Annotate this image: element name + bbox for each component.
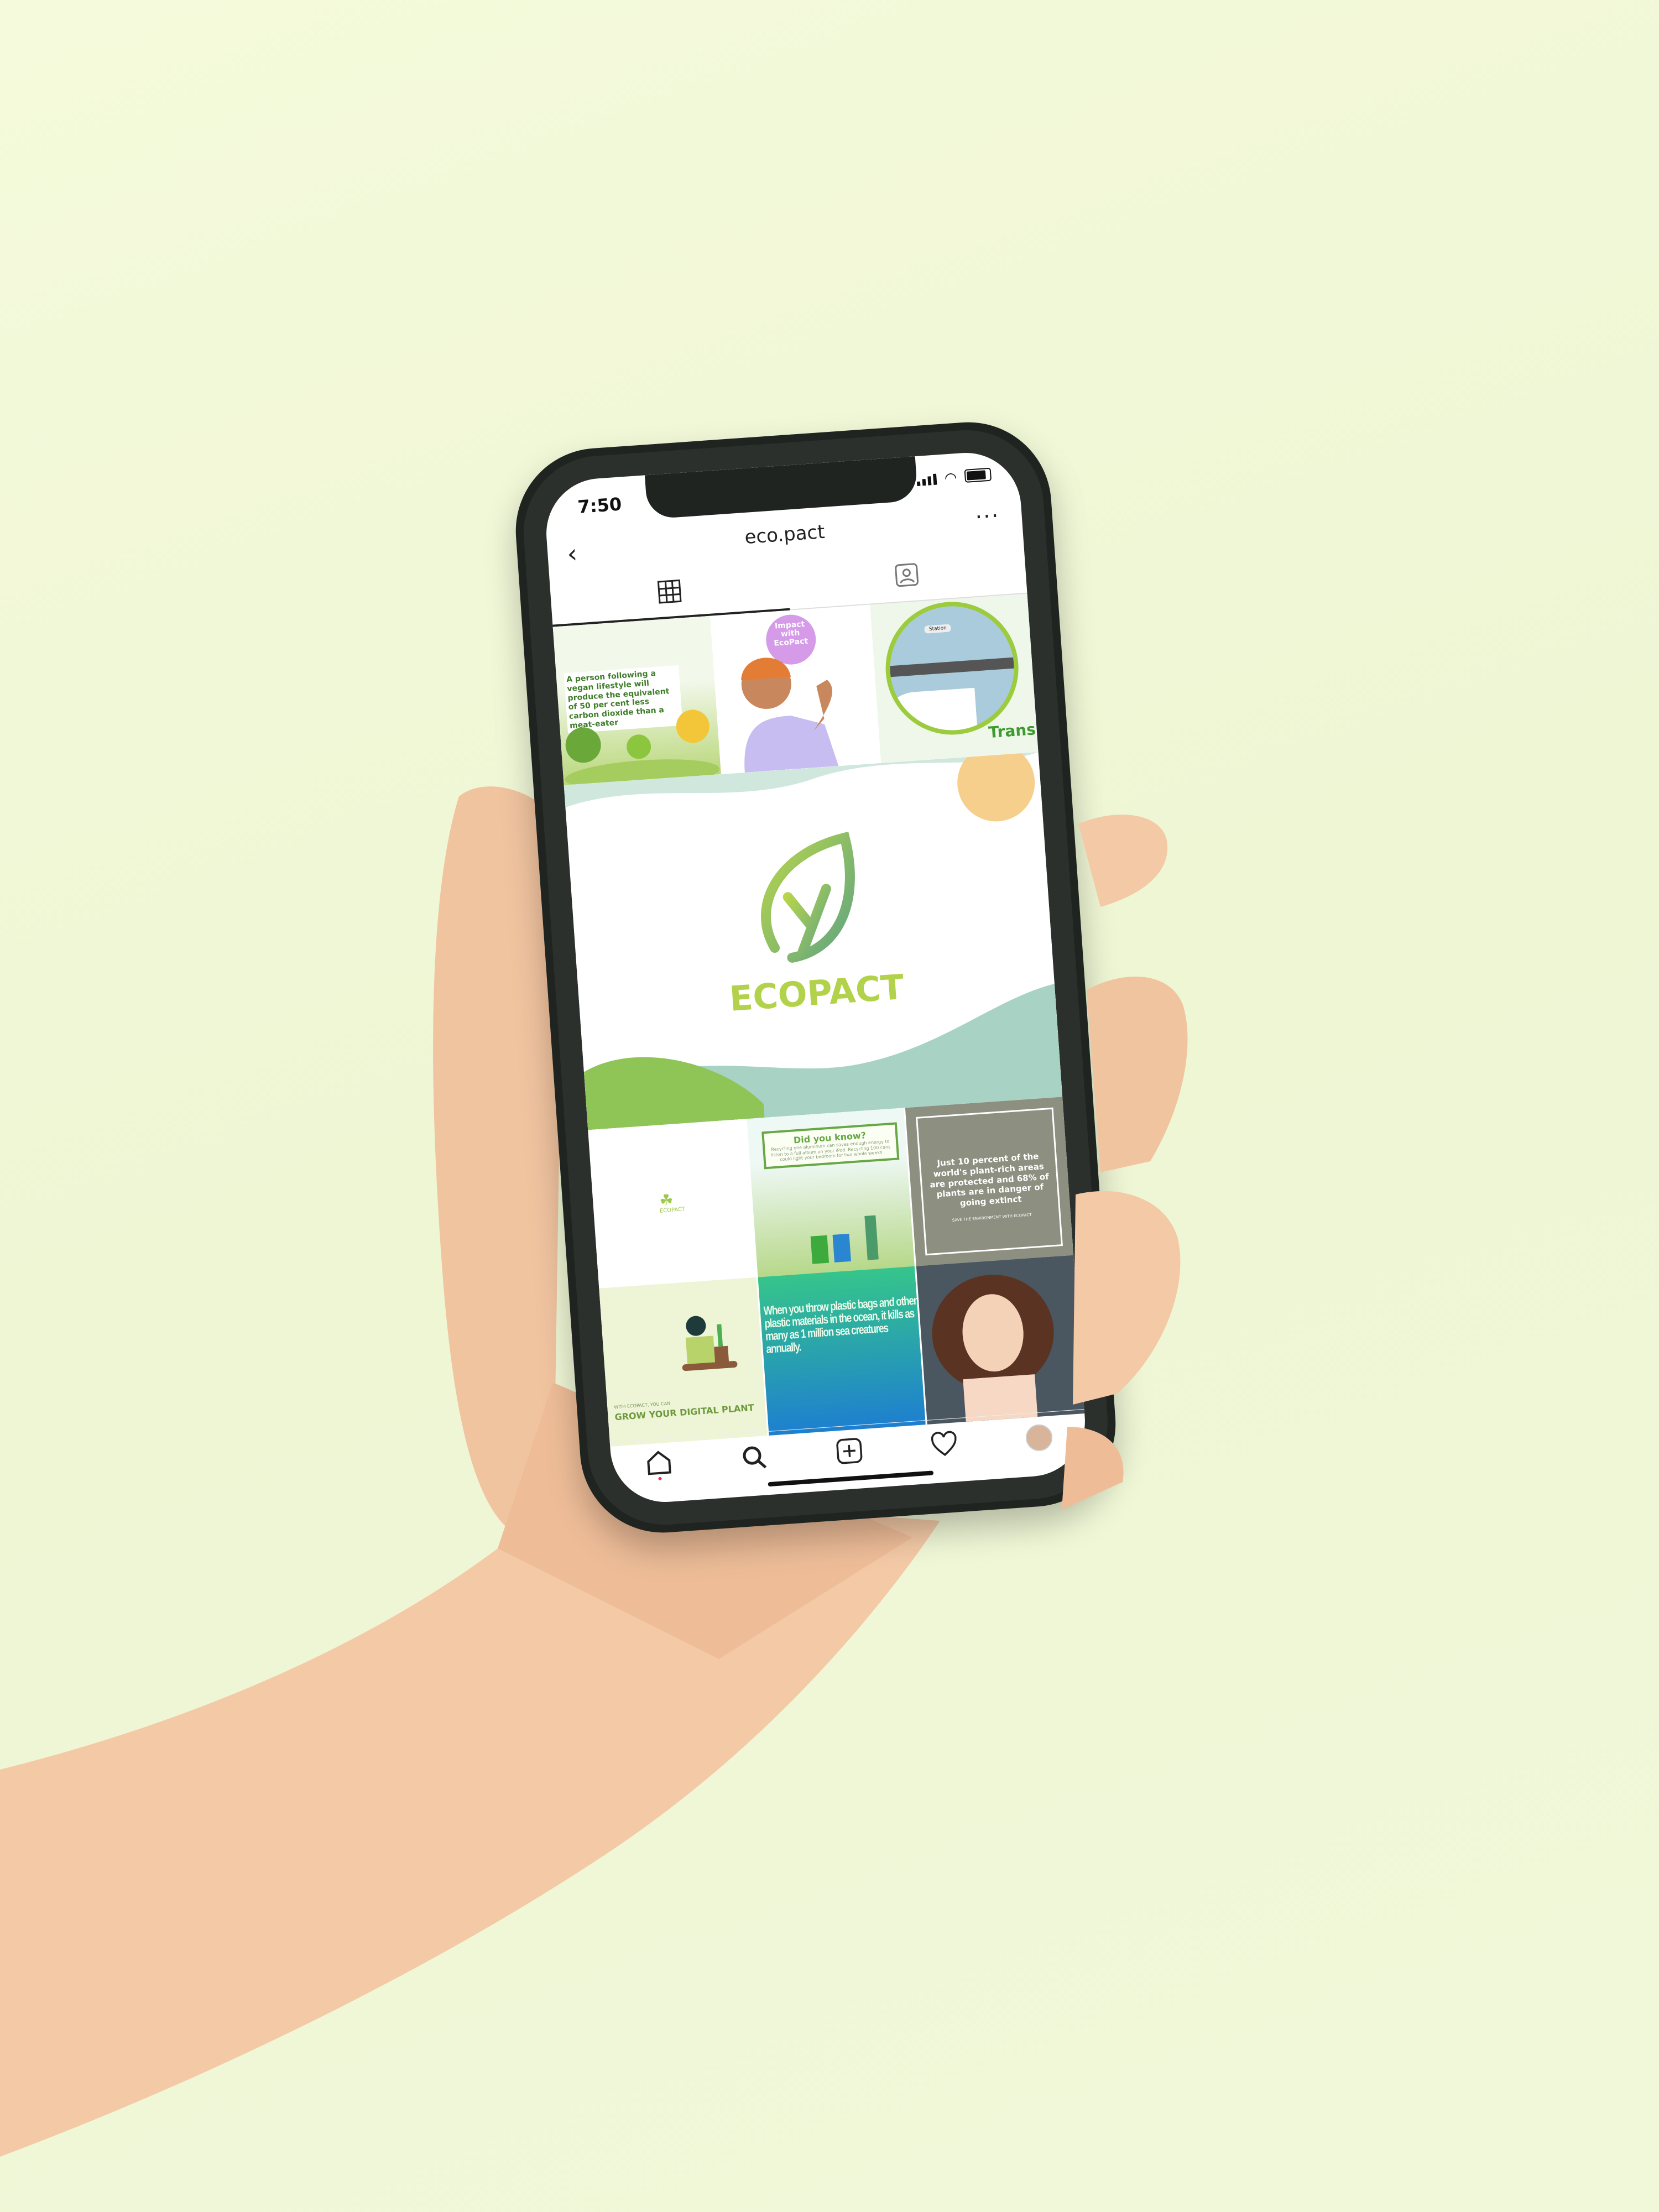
post-grow-plant[interactable]: WITH ECOPACT, YOU CAN GROW YOUR DIGITAL … bbox=[599, 1277, 769, 1447]
post-portrait[interactable] bbox=[916, 1255, 1085, 1425]
grid-icon bbox=[657, 579, 682, 604]
add-post-icon[interactable] bbox=[834, 1436, 864, 1465]
leaf-logo-icon bbox=[761, 831, 855, 963]
profile-avatar[interactable] bbox=[1025, 1423, 1053, 1452]
wifi-icon: ◠ bbox=[943, 469, 958, 487]
post-text: When you throw plastic bags and other pl… bbox=[763, 1293, 917, 1357]
station-illustration bbox=[881, 597, 1024, 739]
post-plastic[interactable]: When you throw plastic bags and other pl… bbox=[758, 1266, 928, 1436]
home-icon[interactable] bbox=[644, 1447, 674, 1481]
woman-flexing-illustration bbox=[740, 658, 839, 773]
ellipsis-icon[interactable]: ··· bbox=[974, 503, 1000, 530]
post-plants[interactable]: Just 10 percent of the world's plant-ric… bbox=[905, 1097, 1074, 1266]
signal-icon bbox=[916, 473, 937, 487]
recycling-bins-illustration bbox=[810, 1215, 879, 1264]
tagged-person-icon bbox=[895, 562, 919, 587]
post-text: Trans bbox=[988, 720, 1036, 742]
heart-icon[interactable] bbox=[930, 1430, 959, 1459]
battery-icon bbox=[964, 467, 992, 483]
phone: 7:50 ◠ ‹ eco.pact ··· A person following… bbox=[510, 416, 1121, 1538]
search-icon[interactable] bbox=[739, 1443, 769, 1472]
post-grid: A person following a vegan lifestyle wil… bbox=[552, 593, 1085, 1447]
did-you-know-box: Did you know? Recycling one aluminum can… bbox=[761, 1122, 900, 1170]
trees-illustration bbox=[565, 709, 720, 785]
post-transport[interactable]: Station Trans bbox=[870, 593, 1039, 763]
curly-hair-woman-illustration bbox=[932, 1275, 1054, 1423]
status-icons: ◠ bbox=[916, 467, 992, 487]
post-text: Just 10 percent of the world's plant-ric… bbox=[929, 1151, 1050, 1208]
post-impact[interactable]: Impact with EcoPact bbox=[711, 604, 881, 774]
post-did-you-know[interactable]: Did you know? Recycling one aluminum can… bbox=[747, 1108, 917, 1277]
post-mini-logo[interactable]: ☘ ECOPACT bbox=[588, 1119, 758, 1288]
instagram-profile-screen: 7:50 ◠ ‹ eco.pact ··· A person following… bbox=[542, 449, 1089, 1506]
post-vegan[interactable]: A person following a vegan lifestyle wil… bbox=[552, 615, 723, 785]
status-time: 7:50 bbox=[577, 493, 623, 518]
post-ecopact-logo[interactable]: ECOPACT bbox=[564, 752, 1063, 1130]
woman-watering-plant-illustration bbox=[682, 1316, 738, 1371]
notch bbox=[644, 456, 919, 520]
